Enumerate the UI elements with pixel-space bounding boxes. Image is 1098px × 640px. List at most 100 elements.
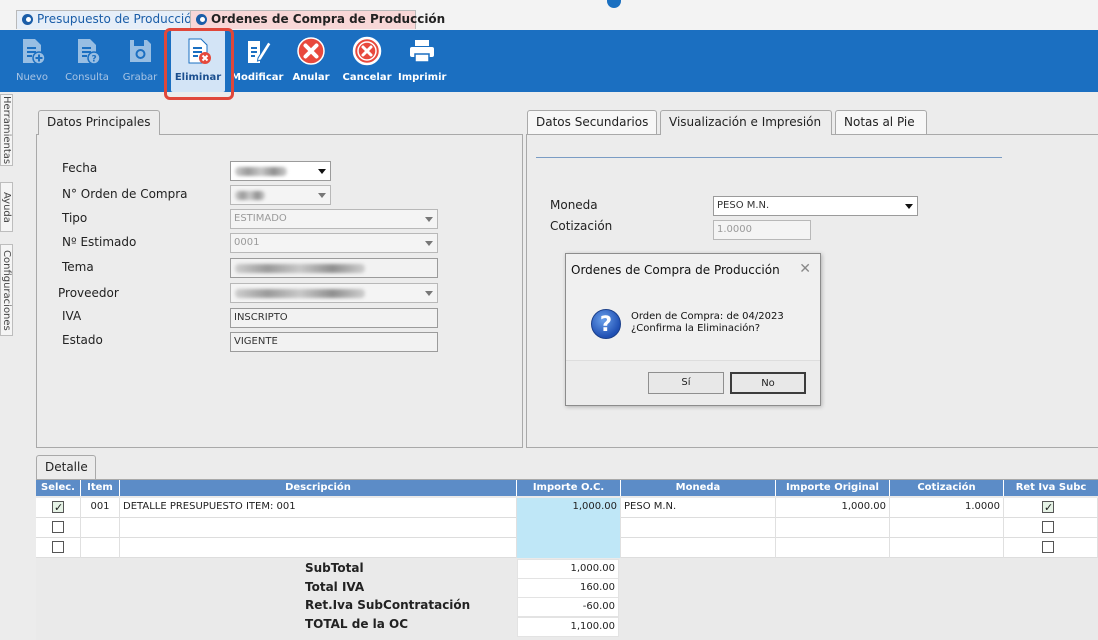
ret-iva-label: Ret.Iva SubContratación bbox=[305, 598, 471, 612]
new-document-icon bbox=[23, 39, 46, 65]
dialog-message-line1: Orden de Compra: de 04/2023 bbox=[631, 311, 784, 322]
chevron-down-icon bbox=[425, 217, 433, 222]
orden-compra-select[interactable] bbox=[230, 185, 331, 205]
col-header-ret-iva-subc[interactable]: Ret Iva Subc bbox=[1004, 480, 1098, 496]
item-cell: 001 bbox=[81, 498, 120, 518]
moneda-select[interactable]: PESO M.N. bbox=[713, 196, 918, 216]
row-checkbox[interactable] bbox=[52, 521, 64, 533]
moneda-label: Moneda bbox=[550, 198, 598, 212]
col-header-selec[interactable]: Selec. bbox=[36, 480, 81, 496]
si-button[interactable]: Sí bbox=[648, 372, 724, 394]
moneda-value: PESO M.N. bbox=[717, 200, 770, 211]
close-icon[interactable]: ✕ bbox=[799, 261, 811, 277]
cancel-circle-icon bbox=[352, 36, 382, 66]
edit-document-icon bbox=[248, 41, 272, 63]
cotizacion-field[interactable]: 1.0000 bbox=[713, 220, 811, 240]
col-header-item[interactable]: Item bbox=[81, 480, 120, 496]
tipo-value: ESTIMADO bbox=[234, 213, 287, 224]
orden-compra-label: N° Orden de Compra bbox=[62, 187, 188, 201]
table-row[interactable] bbox=[36, 518, 1098, 538]
selec-cell bbox=[36, 518, 81, 538]
doc-tab-ordenes[interactable]: Ordenes de Compra de Producción bbox=[190, 10, 445, 29]
side-tab-ayuda[interactable]: Ayuda bbox=[0, 182, 13, 232]
side-tab-configuraciones[interactable]: Configuraciones bbox=[0, 244, 13, 336]
cotizacion-cell bbox=[890, 538, 1004, 558]
importe-cell[interactable] bbox=[517, 518, 621, 538]
subtotal-label: SubTotal bbox=[305, 561, 364, 575]
modificar-button[interactable]: Modificar bbox=[231, 30, 283, 92]
selec-cell bbox=[36, 498, 81, 518]
estado-field[interactable]: VIGENTE bbox=[230, 332, 438, 352]
estimado-select[interactable]: 0001 bbox=[230, 233, 438, 253]
item-cell bbox=[81, 538, 120, 558]
total-iva-label: Total IVA bbox=[305, 580, 365, 594]
pin-icon bbox=[196, 14, 207, 25]
anular-button[interactable]: Anular bbox=[290, 30, 332, 92]
tema-field[interactable] bbox=[230, 258, 438, 278]
tab-datos-principales[interactable]: Datos Principales bbox=[38, 110, 160, 135]
moneda-cell bbox=[621, 518, 776, 538]
estimado-label: Nº Estimado bbox=[62, 235, 137, 249]
query-document-icon: ? bbox=[78, 39, 101, 65]
tab-datos-secundarios[interactable]: Datos Secundarios bbox=[527, 110, 657, 134]
col-header-cotizacion[interactable]: Cotización bbox=[890, 480, 1004, 496]
descripcion-cell bbox=[120, 538, 517, 558]
grabar-button[interactable]: Grabar bbox=[120, 30, 160, 92]
importe-original-cell: 1,000.00 bbox=[776, 498, 890, 518]
importe-original-cell bbox=[776, 518, 890, 538]
redacted-value bbox=[235, 167, 287, 176]
modificar-label: Modificar bbox=[231, 72, 284, 83]
proveedor-label: Proveedor bbox=[58, 286, 119, 300]
moneda-cell bbox=[621, 538, 776, 558]
cancelar-button[interactable]: Cancelar bbox=[340, 30, 394, 92]
ret-iva-checkbox[interactable] bbox=[1042, 541, 1054, 553]
chevron-down-icon bbox=[425, 241, 433, 246]
moneda-cell: PESO M.N. bbox=[621, 498, 776, 518]
dialog-title: Ordenes de Compra de Producción bbox=[571, 263, 780, 277]
doc-tab-label: Presupuesto de Producción bbox=[37, 12, 200, 26]
row-checkbox[interactable] bbox=[52, 541, 64, 553]
printer-icon bbox=[410, 40, 434, 63]
no-button[interactable]: No bbox=[730, 372, 806, 394]
item-cell bbox=[81, 518, 120, 538]
col-header-importe-oc[interactable]: Importe O.C. bbox=[517, 480, 621, 496]
ret-iva-checkbox[interactable] bbox=[1042, 499, 1054, 517]
proveedor-select[interactable] bbox=[230, 283, 438, 303]
row-checkbox[interactable] bbox=[52, 499, 64, 517]
redacted-value bbox=[235, 191, 265, 200]
fecha-select[interactable] bbox=[230, 161, 331, 181]
doc-tab-presupuesto[interactable]: Presupuesto de Producción bbox=[16, 10, 199, 29]
iva-field[interactable]: INSCRIPTO bbox=[230, 308, 438, 328]
col-header-importe-original[interactable]: Importe Original bbox=[776, 480, 890, 496]
subtotal-value: 1,000.00 bbox=[517, 559, 619, 579]
descripcion-cell bbox=[120, 518, 517, 538]
fecha-label: Fecha bbox=[62, 161, 98, 175]
nuevo-button[interactable]: Nuevo bbox=[10, 30, 54, 92]
doc-tab-label: Ordenes de Compra de Producción bbox=[211, 12, 446, 26]
tab-notas-al-pie[interactable]: Notas al Pie bbox=[835, 110, 927, 134]
cotizacion-cell: 1.0000 bbox=[890, 498, 1004, 518]
save-icon bbox=[130, 40, 151, 62]
tipo-select[interactable]: ESTIMADO bbox=[230, 209, 438, 229]
grid-header: Selec. Item Descripción Importe O.C. Mon… bbox=[36, 480, 1098, 496]
consulta-button[interactable]: ? Consulta bbox=[62, 30, 112, 92]
ret-iva-cell bbox=[1004, 498, 1098, 518]
ret-iva-checkbox[interactable] bbox=[1042, 521, 1054, 533]
importe-cell[interactable] bbox=[517, 538, 621, 558]
estado-label: Estado bbox=[62, 333, 103, 347]
table-row[interactable] bbox=[36, 538, 1098, 558]
cotizacion-label: Cotización bbox=[550, 219, 613, 233]
document-tab-bar: Presupuesto de Producción Ordenes de Com… bbox=[0, 0, 1098, 30]
side-tab-herramientas[interactable]: Herramientas bbox=[0, 94, 13, 166]
col-header-descripcion[interactable]: Descripción bbox=[120, 480, 517, 496]
table-row[interactable]: 001 DETALLE PRESUPUESTO ITEM: 001 1,000.… bbox=[36, 498, 1098, 518]
imprimir-button[interactable]: Imprimir bbox=[398, 30, 446, 92]
importe-cell[interactable]: 1,000.00 bbox=[517, 498, 621, 518]
tab-visualizacion-impresion[interactable]: Visualización e Impresión bbox=[660, 110, 832, 135]
col-header-moneda[interactable]: Moneda bbox=[621, 480, 776, 496]
total-oc-label: TOTAL de la OC bbox=[305, 617, 409, 631]
tab-detalle[interactable]: Detalle bbox=[36, 455, 96, 479]
separator-line bbox=[536, 157, 1002, 158]
chevron-down-icon bbox=[425, 291, 433, 296]
redacted-value bbox=[235, 289, 365, 298]
